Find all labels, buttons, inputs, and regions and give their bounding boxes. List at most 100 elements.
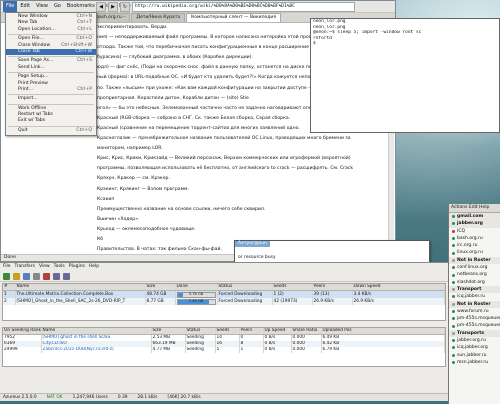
file-menu-item[interactable]: Import... — [6, 96, 96, 102]
roster-group[interactable]: gmail.com — [449, 213, 500, 221]
roster-contact[interactable]: jabber.org.ru — [449, 337, 500, 344]
menu-item-label: Close Tab — [18, 48, 40, 54]
download-row[interactable]: 1 The.Ultimate.Matrix.Collection.Complete… — [3, 290, 445, 298]
seed-share-ratio: 0.000 — [291, 347, 322, 353]
article-paragraph: Ксакип — [97, 196, 115, 202]
torrent-name: [SHMO]_Ghost_in_the_Shell_SAC_2s-26_DVD-… — [15, 298, 146, 305]
torrent-size: 48.74 GB — [145, 290, 176, 298]
roster-contact[interactable]: sun.jabber.ru — [449, 352, 500, 359]
roster-contact[interactable]: netbeans.org — [449, 271, 500, 278]
torrent-down-speed: 26.9 KB/s — [352, 298, 445, 305]
roster-contact[interactable]: icq.jabber.ru — [449, 293, 500, 300]
contact-label: ICQ — [457, 228, 466, 234]
roster-group[interactable]: Not in Roster — [449, 300, 500, 308]
message-text: or resource busy — [238, 255, 276, 260]
contact-list: gmail.com jabber.org ICQ bash.org.ru irc.org… — [449, 213, 500, 366]
menu-item-label: Quit — [18, 127, 28, 133]
menu-edit[interactable]: Edit — [17, 1, 33, 12]
move-up-icon[interactable] — [53, 272, 60, 280]
menu-item-label: Exit w/ Tabs — [18, 118, 46, 124]
tmenu-help[interactable]: Help — [89, 263, 99, 271]
open-url-icon[interactable] — [13, 272, 20, 280]
roster-group[interactable]: jabber.org — [449, 220, 500, 228]
roster-contact[interactable]: irc.org.ru — [449, 242, 500, 249]
tmenu-transfers[interactable]: Transfers — [15, 263, 35, 271]
torrent-seeds: 42 (19973) — [272, 298, 313, 305]
torrent-done: 7.49 GB — [175, 298, 218, 305]
torrent-status: Forced Downloading — [217, 298, 273, 305]
menu-bookmarks[interactable]: Bookmarks — [64, 1, 98, 12]
menu-item-label: Close Window — [18, 42, 51, 48]
psi-menu-edit[interactable]: Edit — [469, 205, 478, 210]
reload-icon[interactable]: ↻ — [120, 1, 130, 12]
file-menu-item[interactable]: Open Location... Ctrl+L — [6, 27, 96, 33]
presence-icon — [452, 310, 455, 313]
file-menu-item[interactable]: Close Tab Ctrl+W — [6, 48, 96, 56]
column-header[interactable]: On Seeding Rank Pos — [3, 328, 42, 335]
file-menu-item[interactable]: Send Link... — [6, 65, 96, 71]
stop-icon[interactable] — [33, 272, 40, 280]
open-torrent-icon[interactable] — [3, 272, 10, 280]
roster-contact[interactable]: linux.org.ru — [449, 249, 500, 256]
presence-icon — [452, 331, 455, 335]
seed-up-speed: 0 B/s — [263, 347, 292, 353]
presence-icon — [452, 324, 455, 328]
download-row[interactable]: 2 [SHMO]_Ghost_in_the_Shell_SAC_2s-26_DVD… — [3, 298, 445, 305]
forward-icon[interactable]: ▶ — [108, 1, 118, 12]
psi-menu-actions[interactable]: Actions — [451, 205, 467, 210]
roster-contact[interactable]: ICQ — [449, 228, 500, 235]
start-icon[interactable] — [23, 272, 30, 280]
remove-icon[interactable] — [43, 272, 50, 280]
tmenu-tools[interactable]: Tools — [54, 263, 65, 271]
psi-roster-window: Actions Edit Help gmail.com jabber.org ICQ… — [448, 204, 500, 404]
menu-item-shortcut: Ctrl+P — [77, 86, 92, 92]
menu-file[interactable]: File — [3, 1, 18, 12]
file-menu-item[interactable]: Print... Ctrl+P — [6, 87, 96, 93]
menu-item-label: Open Location... — [18, 26, 56, 32]
url-bar[interactable]: http://ru.wikipedia.org/wiki/%D0%9A%D0%B… — [132, 1, 355, 12]
roster-contact[interactable]: pm-455s.msqueuer — [449, 315, 500, 322]
menu-item-label: Save Page As... — [18, 58, 54, 64]
tab-deti[interactable]: Дети/Нина Курата — [131, 13, 186, 22]
progress-bar: 7.49 GB — [176, 299, 216, 305]
tab-wikipedia[interactable]: Компьютерный слент — Википедия — [186, 13, 282, 22]
file-menu-item[interactable]: Quit Ctrl+Q — [6, 128, 96, 134]
seed-peers: 1 — [239, 347, 264, 353]
roster-contact[interactable]: icq.jabber.org — [449, 344, 500, 351]
back-icon[interactable]: ◀ — [96, 1, 106, 12]
contact-label: icq.jabber.ru — [457, 294, 486, 300]
menu-go[interactable]: Go — [51, 1, 64, 12]
move-down-icon[interactable] — [63, 272, 70, 280]
psi-menu-help[interactable]: Help — [479, 205, 489, 210]
menu-item-label: Import... — [18, 96, 38, 102]
roster-group[interactable]: Transports — [449, 329, 500, 338]
roster-contact[interactable]: slashdot.org — [449, 279, 500, 286]
roster-group[interactable]: Transport — [449, 285, 500, 294]
contact-label: bash.org.ru — [457, 235, 483, 241]
seeding-row[interactable]: 24999 Zabcnlcs-2015-DUB(Nyc.lic3rd-z) 4.77… — [3, 347, 445, 353]
file-menu-item[interactable]: Exit w/ Tabs — [6, 118, 96, 124]
torrent-peers: 26.9 KB/s — [312, 298, 353, 305]
roster-contact[interactable]: pm-455s.msqueuer — [449, 322, 500, 329]
presence-icon — [452, 346, 455, 350]
tmenu-view[interactable]: View — [39, 263, 50, 271]
roster-contact[interactable]: www.forum.ru — [449, 308, 500, 315]
presence-icon — [452, 215, 455, 219]
roster-contact[interactable]: conf.linux.org — [449, 264, 500, 271]
article-paragraph: Красноглазик — пренебрежительное названи… — [97, 136, 351, 142]
tmenu-plugins[interactable]: Plugins — [69, 263, 85, 271]
contact-label: netbeans.org — [457, 272, 487, 278]
contact-label: gmail.com — [457, 214, 484, 219]
presence-icon — [452, 258, 455, 262]
menu-separator — [8, 72, 94, 74]
roster-group[interactable]: Not in Roster — [449, 256, 500, 265]
roster-contact[interactable]: bash.org.ru — [449, 235, 500, 242]
progress-bar: 5.76 GB — [176, 292, 216, 298]
menu-view[interactable]: View — [33, 1, 51, 12]
roster-contact[interactable]: msn.jabber.ru — [449, 359, 500, 366]
torrent-menubar: File Transfers View Tools Plugins Help — [0, 263, 448, 271]
terminal-line: $ — [313, 41, 316, 46]
column-header[interactable]: Share Ratio — [291, 328, 322, 335]
terminal-window[interactable]: neon_lor.png neon_lor.png @neon:~$ sleep 5… — [310, 18, 500, 133]
tmenu-file[interactable]: File — [3, 263, 11, 271]
